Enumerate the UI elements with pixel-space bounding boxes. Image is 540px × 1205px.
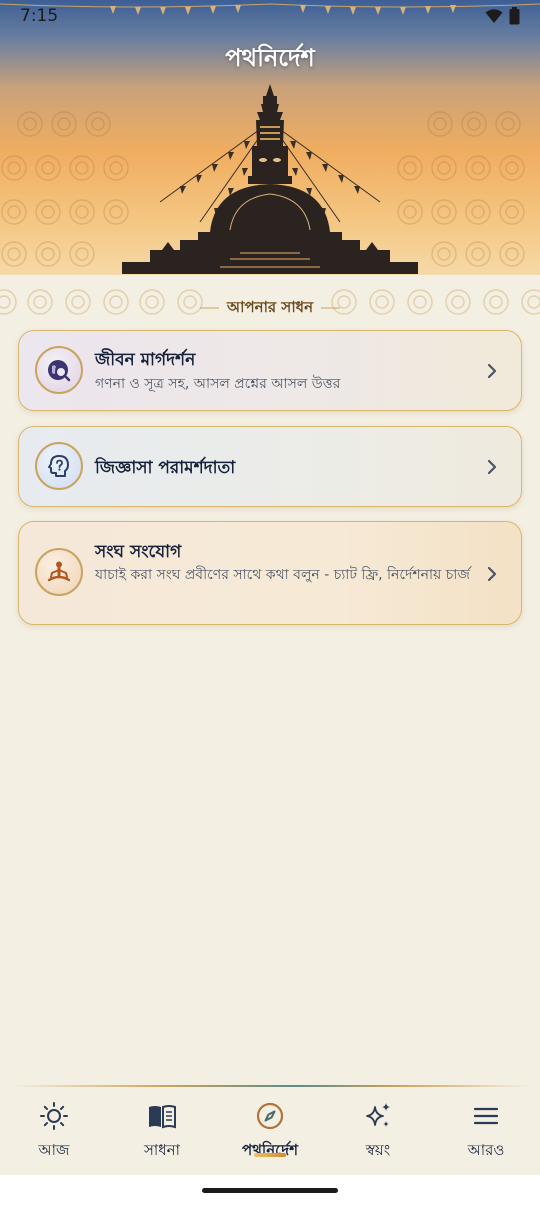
card-title: জীবন মার্গদর্শন [95, 350, 196, 370]
wifi-icon [485, 9, 503, 23]
nav-label: সাধনা [144, 1141, 180, 1159]
card-title: জিজ্ঞাসা পরামর্শদাতা [95, 458, 236, 478]
card-title: সংঘ সংযোগ [95, 542, 182, 562]
nav-item-practice[interactable]: সাধনা [108, 1101, 216, 1167]
nav-item-today[interactable]: আজ [0, 1101, 108, 1167]
status-time: 7:15 [20, 6, 59, 26]
sparkles-icon [366, 1103, 390, 1127]
chevron-right-icon [487, 459, 497, 475]
card-subtitle: গণনা ও সূত্র সহ, আসল প্রশ্নের আসল উত্তর [95, 376, 341, 392]
book-icon [149, 1105, 176, 1129]
menu-icon [473, 1107, 499, 1125]
page-title: পথনির্দেশ [225, 44, 315, 72]
nav-item-more[interactable]: আরও [432, 1101, 540, 1167]
section-title: আপনার সাধন [218, 298, 322, 316]
chevron-right-icon [487, 363, 497, 379]
nav-label: পথনির্দেশ [242, 1141, 298, 1159]
home-gesture-bar[interactable] [202, 1188, 338, 1193]
nav-label: আরও [467, 1141, 505, 1159]
nav-label: স্বয়ং [365, 1141, 391, 1159]
status-bar: 7:15 [0, 0, 540, 30]
chevron-right-icon [487, 566, 497, 582]
sangha-connect-card[interactable]: সংঘ সংযোগ যাচাই করা সংঘ প্রবীণের সাথে কথ… [18, 521, 522, 625]
nav-label: আজ [38, 1141, 70, 1159]
system-gesture-area [0, 1175, 540, 1205]
sun-icon [40, 1102, 68, 1130]
nav-divider [10, 1085, 530, 1087]
section-header: আপনার সাধন [0, 282, 540, 322]
battery-icon [509, 7, 520, 25]
meditation-icon [47, 561, 71, 582]
stupa-illustration [122, 84, 418, 274]
nav-item-guidance[interactable]: পথনির্দেশ [216, 1101, 324, 1167]
head-question-icon [48, 455, 69, 477]
nav-item-self[interactable]: স্বয়ং [324, 1101, 432, 1167]
globe-search-icon [48, 360, 71, 382]
hero-banner: 7:15 পথনির্দেশ [0, 0, 540, 275]
life-guidance-card[interactable]: জীবন মার্গদর্শন গণনা ও সূত্র সহ, আসল প্র… [18, 330, 522, 411]
bottom-navigation: আজ সাধনা পথনির্দেশ স্বয়ং আরও [0, 1085, 540, 1175]
inquiry-advisor-card[interactable]: জিজ্ঞাসা পরামর্শদাতা [18, 426, 522, 507]
compass-icon [256, 1102, 284, 1130]
active-tab-indicator [254, 1153, 286, 1157]
card-subtitle: যাচাই করা সংঘ প্রবীণের সাথে কথা বলুন - চ… [95, 567, 470, 583]
